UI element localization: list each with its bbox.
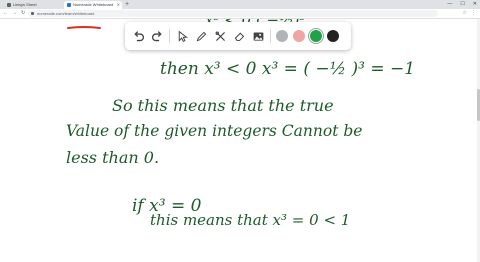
whiteboard-canvas[interactable]: x³ < 0 ( −½)³ then x³ < 0 x³ = ( −½ )³ =… [0,19,480,262]
tab-title: Unisys Sheet [13,2,37,7]
select-icon [178,30,188,42]
tools-button[interactable] [212,28,228,44]
hw-line-then: then x³ < 0 x³ = ( −½ )³ = −1 [160,59,415,79]
toolbar-divider [169,29,170,43]
tab-favicon [7,3,11,7]
address-bar-icons: ☆ ⋮ [463,9,476,18]
browser-tab-2[interactable]: Numerade Whiteboard ✕ [64,1,122,9]
drawing-toolbar [125,22,351,50]
url-text: numerade.com/learn/whiteboard [37,11,95,16]
redo-icon [151,30,162,41]
navigation-buttons: ← → ↻ [3,9,25,18]
image-tool-button[interactable] [250,28,266,44]
lock-icon [31,12,34,15]
window-controls: — ☐ ✕ [447,0,477,9]
new-tab-button[interactable]: + [125,0,129,9]
eraser-icon [234,32,244,41]
undo-button[interactable] [130,28,146,44]
handwriting-layer: x³ < 0 ( −½)³ then x³ < 0 x³ = ( −½ )³ =… [66,19,415,229]
back-button[interactable]: ← [3,9,8,18]
redo-button[interactable] [149,28,165,44]
undo-icon [133,30,144,41]
pen-tool-button[interactable] [193,28,209,44]
color-swatch-gray[interactable] [276,30,288,42]
toolbar-divider [270,29,271,43]
browser-menu-icon[interactable]: ⋮ [471,9,476,18]
hw-line-s3: less than 0. [66,148,159,167]
hw-line-s1: So this means that the true [112,96,334,115]
tab-close-icon[interactable]: ✕ [117,1,120,9]
tab-favicon [67,3,71,7]
bookmark-star-icon[interactable]: ☆ [463,9,467,18]
url-input[interactable]: numerade.com/learn/whiteboard [28,10,438,17]
hw-line-s2: Value of the given integers Cannot be [66,122,362,140]
color-swatch-green[interactable] [308,28,324,44]
browser-tab-strip: Unisys Sheet Numerade Whiteboard ✕ + — ☐… [0,0,480,9]
select-tool-button[interactable] [174,28,190,44]
address-bar-row: ← → ↻ numerade.com/learn/whiteboard ☆ ⋮ [0,9,480,19]
color-swatch-black[interactable] [327,30,339,42]
image-icon [253,31,263,41]
red-ink-stroke [67,26,101,29]
hw-line-s4: this means that x³ = 0 < 1 [150,211,350,229]
pen-icon [196,31,206,41]
minimize-button[interactable]: — [447,0,452,9]
maximize-button[interactable]: ☐ [460,0,464,9]
tools-icon [215,31,225,41]
tab-title: Numerade Whiteboard [73,2,114,7]
color-swatch-pink[interactable] [293,30,305,42]
eraser-tool-button[interactable] [231,28,247,44]
browser-tab-1[interactable]: Unisys Sheet [4,1,62,9]
reload-button[interactable]: ↻ [21,9,25,18]
close-window-button[interactable]: ✕ [473,0,477,9]
forward-button[interactable]: → [12,9,17,18]
